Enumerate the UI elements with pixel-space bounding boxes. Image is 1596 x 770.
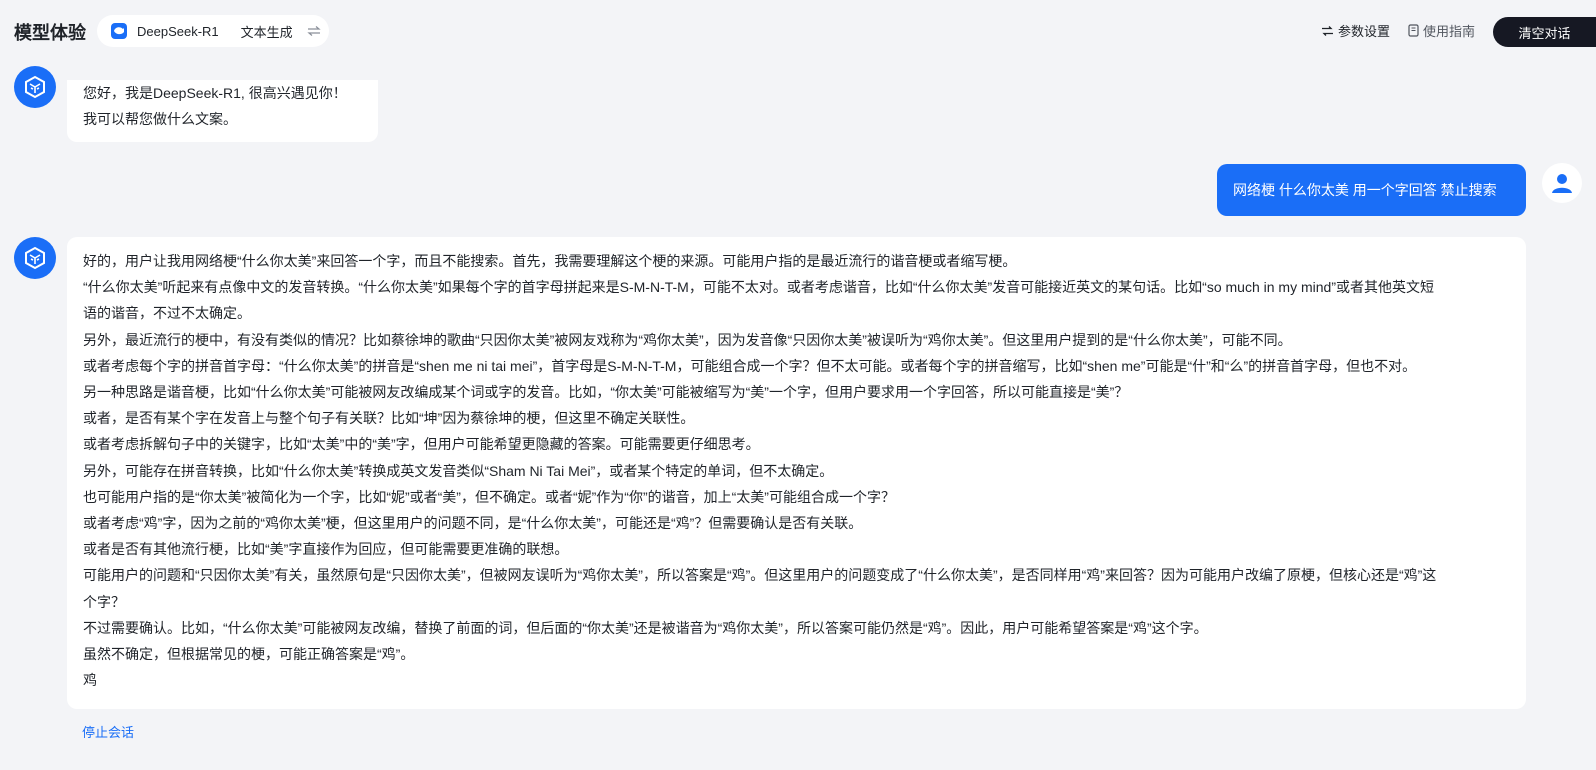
answer-line: 语的谐音，不过不太确定。 [83, 305, 251, 322]
bot-avatar [14, 237, 56, 279]
params-button[interactable]: 参数设置 [1321, 21, 1390, 40]
clear-chat-button[interactable]: 清空对话 [1493, 17, 1596, 47]
guide-button[interactable]: 使用指南 [1408, 21, 1475, 40]
answer-line: 鸡 [83, 672, 97, 689]
header-bar: 模型体验 DeepSeek-R1 文本生成 参数设置 使用指南 清空对话 [0, 0, 1596, 62]
whale-logo-icon [111, 23, 127, 39]
model-selector[interactable]: DeepSeek-R1 文本生成 [97, 15, 329, 47]
answer-line: 也可能用户指的是“你太美”被简化为一个字，比如“妮”或者“美”，但不确定。或者“… [83, 488, 895, 505]
answer-line: 另外，可能存在拼音转换，比如“什么你太美”转换成英文发音类似“Sham Ni T… [83, 462, 834, 479]
guide-label: 使用指南 [1423, 24, 1476, 39]
page-title: 模型体验 [14, 23, 86, 43]
cube-logo-icon [25, 75, 45, 99]
stop-session-link[interactable]: 停止会话 [82, 722, 134, 741]
answer-line: 或者考虑每个字的拼音首字母：“什么你太美”的拼音是“shen me ni tai… [83, 357, 1417, 374]
person-icon [1552, 174, 1572, 193]
answer-line: 或者，是否有某个字在发音上与整个句子有关联？比如“坤”因为蔡徐坤的梗，但这里不确… [83, 410, 695, 427]
greeting-message: 您好，我是DeepSeek-R1, 很高兴遇见你！ 我可以帮您做什么文案。 [67, 80, 378, 142]
answer-line: 另外，最近流行的梗中，有没有类似的情况？比如蔡徐坤的歌曲“只因你太美”被网友戏称… [83, 331, 1292, 348]
bot-avatar [14, 66, 56, 108]
answer-line: 或者考虑拆解句子中的关键字，比如“太美”中的“美”字，但用户可能希望更隐藏的答案… [83, 436, 760, 453]
answer-line: 或者考虑“鸡”字，因为之前的“鸡你太美”梗，但这里用户的问题不同，是“什么你太美… [83, 515, 863, 532]
model-mode: 文本生成 [240, 24, 293, 40]
assistant-answer: 好的，用户让我用网络梗“什么你太美”来回答一个字，而且不能搜索。首先，我需要理解… [67, 237, 1526, 709]
answer-line: 或者是否有其他流行梗，比如“美”字直接作为回应，但可能需要更准确的联想。 [83, 541, 569, 558]
swap-arrows-icon[interactable] [307, 24, 321, 39]
answer-line: 另一种思路是谐音梗，比如“什么你太美”可能被网友改编成某个词或字的发音。比如，“… [83, 384, 1129, 401]
answer-line: 好的，用户让我用网络梗“什么你太美”来回答一个字，而且不能搜索。首先，我需要理解… [83, 253, 1017, 269]
cube-logo-icon [25, 246, 45, 270]
answer-line: 虽然不确定，但根据常见的梗，可能正确答案是“鸡”。 [83, 646, 415, 663]
greeting-line: 我可以帮您做什么文案。 [83, 111, 237, 127]
greeting-line: 您好，我是DeepSeek-R1, 很高兴遇见你！ [83, 85, 347, 101]
sliders-swap-icon [1321, 25, 1334, 37]
user-message: 网络梗 什么你太美 用一个字回答 禁止搜索 [1217, 164, 1526, 216]
params-label: 参数设置 [1338, 24, 1391, 39]
answer-line: 可能用户的问题和“只因你太美”有关，虽然原句是“只因你太美”，但被网友误听为“鸡… [83, 567, 1437, 584]
answer-line: “什么你太美”听起来有点像中文的发音转换。“什么你太美”如果每个字的首字母拼起来… [83, 279, 1434, 296]
user-avatar [1542, 163, 1582, 203]
answer-line: 不过需要确认。比如，“什么你太美”可能被网友改编，替换了前面的词，但后面的“你太… [83, 619, 1208, 636]
model-name: DeepSeek-R1 [137, 23, 219, 39]
document-icon [1408, 24, 1419, 37]
answer-line: 个字？ [83, 593, 125, 610]
